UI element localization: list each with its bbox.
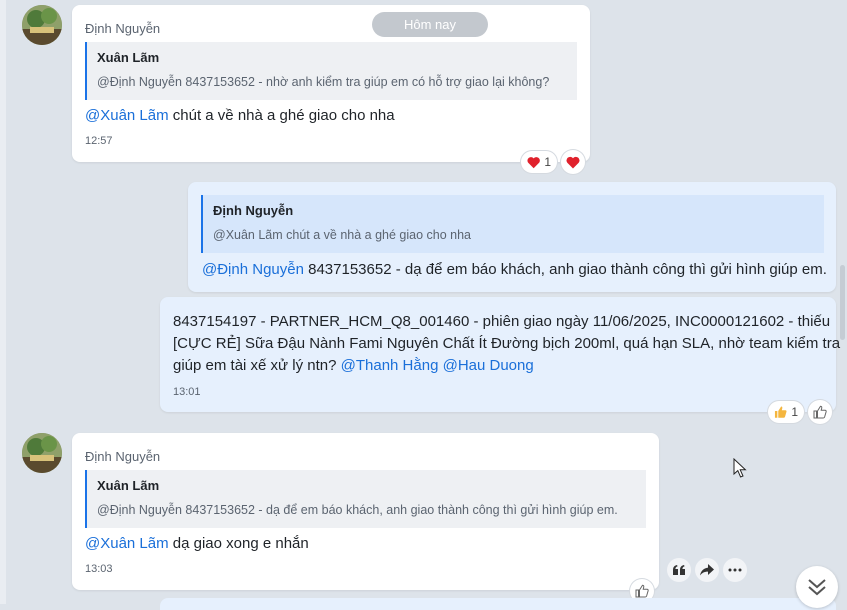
quote-author: Định Nguyễn — [213, 203, 294, 218]
forward-button[interactable] — [695, 558, 719, 582]
sender-name: Định Nguyễn — [85, 21, 161, 36]
avatar[interactable] — [22, 5, 62, 45]
message-time: 13:03 — [85, 563, 113, 575]
thumbs-up-icon — [774, 406, 787, 418]
thumbs-up-icon — [635, 584, 649, 598]
message-line: [CỰC RẺ] Sữa Đậu Nành Fami Nguyên Chất Í… — [173, 335, 841, 352]
scrollbar-thumb[interactable] — [840, 265, 845, 340]
mouse-cursor-icon — [733, 458, 747, 478]
heart-icon — [527, 156, 540, 168]
quoted-message[interactable]: Xuân Lãm @Định Nguyễn 8437153652 - nhờ a… — [85, 42, 577, 100]
reaction-count: 1 — [544, 155, 551, 169]
quote-author: Xuân Lãm — [97, 478, 160, 493]
forward-icon — [700, 564, 714, 576]
scroll-to-bottom-button[interactable] — [796, 566, 838, 608]
mention[interactable]: @Thanh Hằng — [341, 357, 439, 374]
message-body: chút a về nhà a ghé giao cho nha — [168, 107, 395, 124]
message-text: @Định Nguyễn 8437153652 - dạ để em báo k… — [202, 259, 827, 281]
quoted-message[interactable]: Xuân Lãm @Định Nguyễn 8437153652 - dạ để… — [85, 470, 646, 528]
mention[interactable]: @Xuân Lãm — [85, 107, 169, 124]
reply-quote-button[interactable] — [667, 558, 691, 582]
message-time: 12:57 — [85, 135, 113, 147]
message-line: giúp em tài xế xử lý ntn? — [173, 357, 341, 374]
scrollbar[interactable] — [837, 0, 847, 604]
mention[interactable]: @Xuân Lãm — [85, 535, 169, 552]
message-body: 8437153652 - dạ để em báo khách, anh gia… — [303, 261, 827, 278]
heart-icon — [566, 156, 580, 168]
quote-text: @Định Nguyễn 8437153652 - dạ để em báo k… — [97, 503, 618, 517]
sender-name: Định Nguyễn — [85, 449, 161, 464]
more-icon — [728, 568, 742, 572]
message-text: @Xuân Lãm dạ giao xong e nhắn — [85, 533, 309, 555]
quote-author: Xuân Lãm — [97, 50, 160, 65]
react-button[interactable] — [561, 150, 585, 174]
message-line: 8437154197 - PARTNER_HCM_Q8_001460 - phi… — [173, 313, 831, 330]
mention[interactable]: @Định Nguyễn — [202, 261, 304, 278]
reaction-thumbs-up[interactable]: 1 — [768, 401, 804, 423]
date-separator: Hôm nay — [372, 12, 488, 37]
reaction-count: 1 — [791, 405, 798, 419]
more-options-button[interactable] — [723, 558, 747, 582]
message-bubble[interactable] — [160, 598, 836, 610]
react-button[interactable] — [808, 400, 832, 424]
message-text: @Xuân Lãm chút a về nhà a ghé giao cho n… — [85, 105, 395, 127]
quote-text: @Xuân Lãm chút a về nhà a ghé giao cho n… — [213, 228, 472, 242]
quote-text: @Định Nguyễn 8437153652 - nhờ anh kiểm t… — [97, 75, 550, 89]
quoted-message[interactable]: Định Nguyễn @Xuân Lãm chút a về nhà a gh… — [201, 195, 824, 253]
message-body: dạ giao xong e nhắn — [168, 535, 309, 552]
message-time: 13:01 — [173, 386, 201, 398]
thumbs-up-icon — [813, 405, 827, 419]
reaction-heart[interactable]: 1 — [521, 151, 557, 173]
chevron-double-down-icon — [808, 579, 826, 596]
avatar[interactable] — [22, 433, 62, 473]
panel-edge — [0, 0, 6, 604]
message-text: 8437154197 - PARTNER_HCM_Q8_001460 - phi… — [173, 311, 840, 377]
mention[interactable]: @Hau Duong — [443, 357, 534, 374]
quote-icon — [673, 565, 685, 575]
